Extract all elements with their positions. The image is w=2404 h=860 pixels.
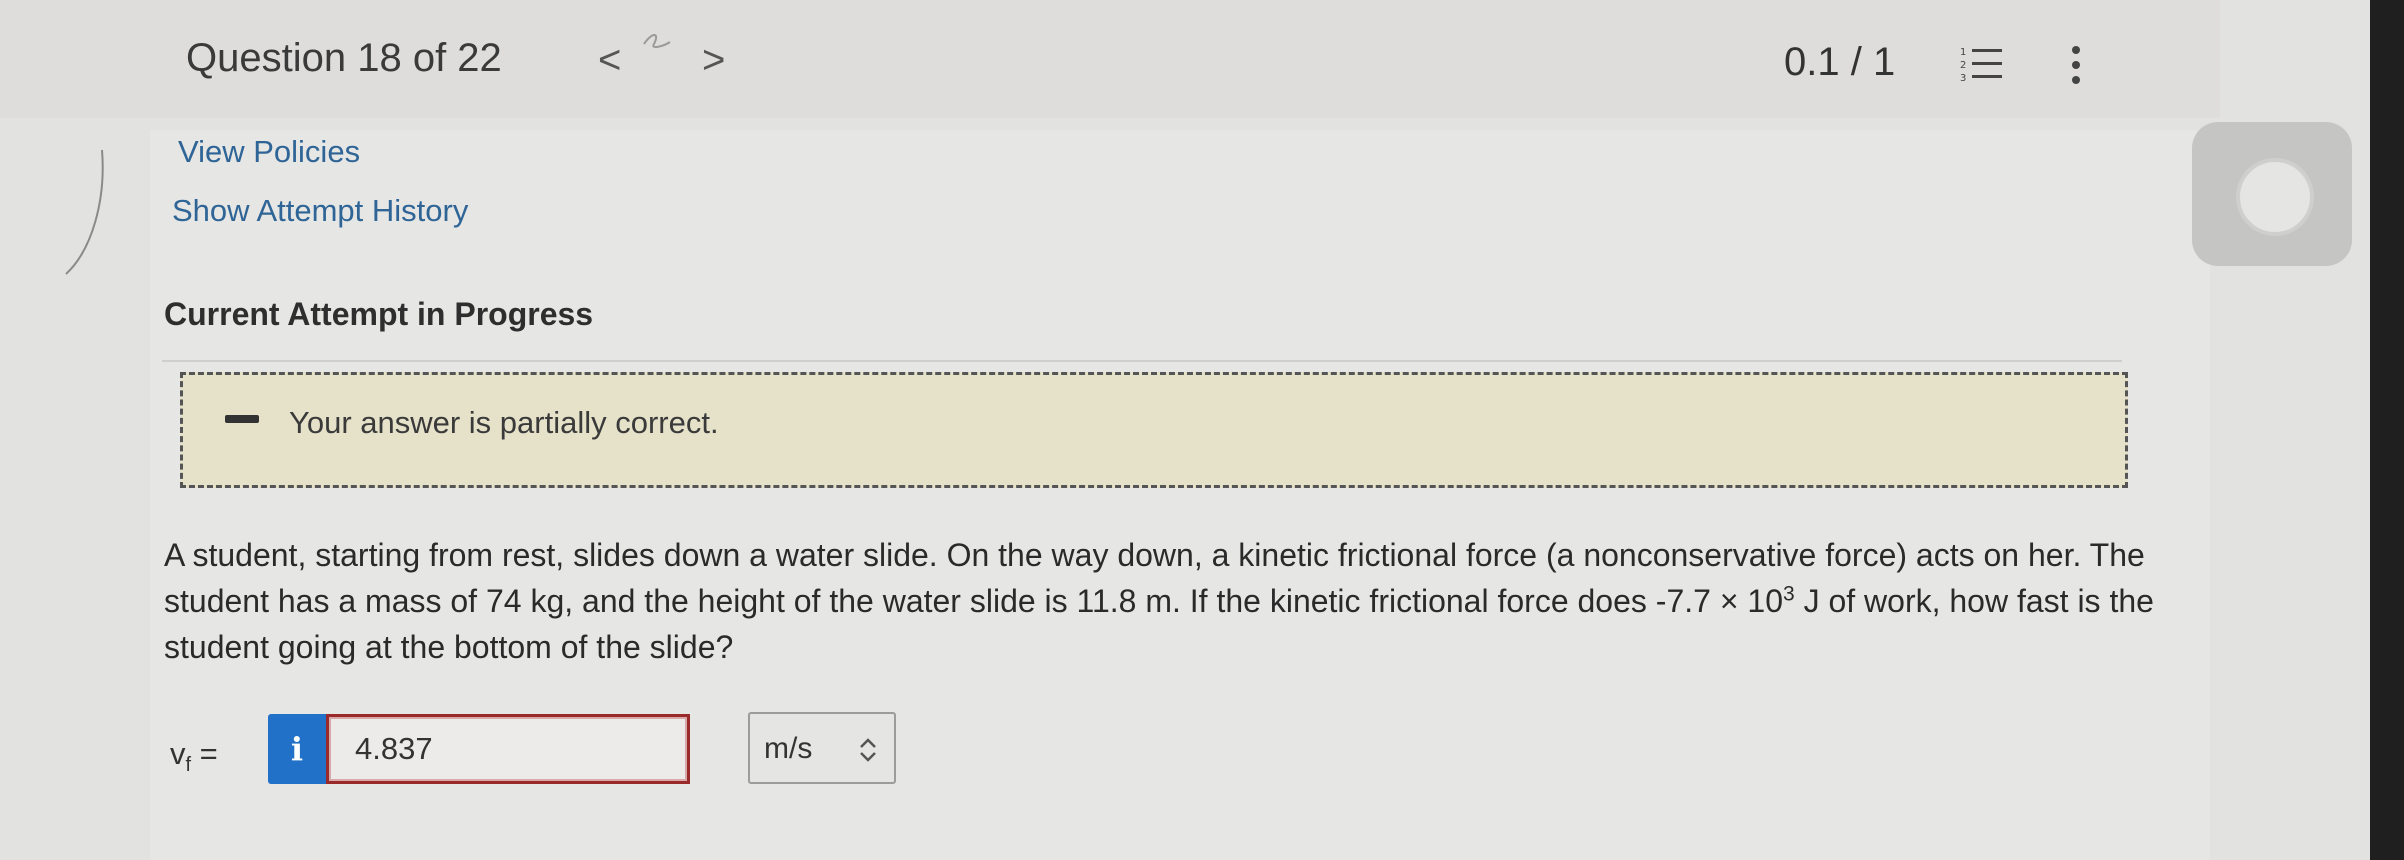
answer-input[interactable]: 4.837 — [326, 714, 690, 784]
score-display: 0.1 / 1 — [1784, 40, 1896, 84]
question-list-icon[interactable]: 1 2 3 — [1960, 44, 2004, 84]
view-policies-link[interactable]: View Policies — [178, 134, 360, 170]
equals-sign: = — [191, 736, 218, 771]
question-text: A student, starting from rest, slides do… — [164, 532, 2164, 670]
top-bar: Question 18 of 22 < > 0.1 / 1 1 2 3 — [0, 0, 2220, 118]
side-circle-icon — [2236, 158, 2314, 236]
show-attempt-history-link[interactable]: Show Attempt History — [172, 193, 468, 229]
select-arrows-icon — [860, 738, 876, 762]
pencil-scribble-icon — [643, 34, 671, 49]
screen-edge — [2370, 0, 2404, 860]
variable-symbol: v — [170, 736, 186, 771]
answer-variable-label: vf = — [170, 736, 218, 777]
partial-correct-icon — [225, 415, 259, 423]
previous-question-button[interactable]: < — [598, 38, 621, 83]
question-exponent: 3 — [1782, 582, 1795, 606]
answer-value: 4.837 — [355, 731, 433, 766]
unit-select[interactable]: m/s — [748, 712, 896, 784]
pencil-stroke-icon — [65, 150, 104, 275]
info-button[interactable]: i — [268, 714, 326, 784]
svg-text:1: 1 — [1960, 47, 1966, 58]
svg-text:2: 2 — [1960, 60, 1966, 71]
divider — [162, 360, 2122, 362]
feedback-box: Your answer is partially correct. — [180, 372, 2128, 488]
question-title: Question 18 of 22 — [186, 36, 502, 80]
attempt-status-heading: Current Attempt in Progress — [164, 296, 594, 332]
feedback-message: Your answer is partially correct. — [289, 405, 719, 440]
next-question-button[interactable]: > — [702, 38, 725, 83]
svg-text:3: 3 — [1960, 73, 1966, 84]
more-options-icon[interactable] — [2066, 44, 2086, 86]
unit-selected-value: m/s — [764, 732, 813, 765]
